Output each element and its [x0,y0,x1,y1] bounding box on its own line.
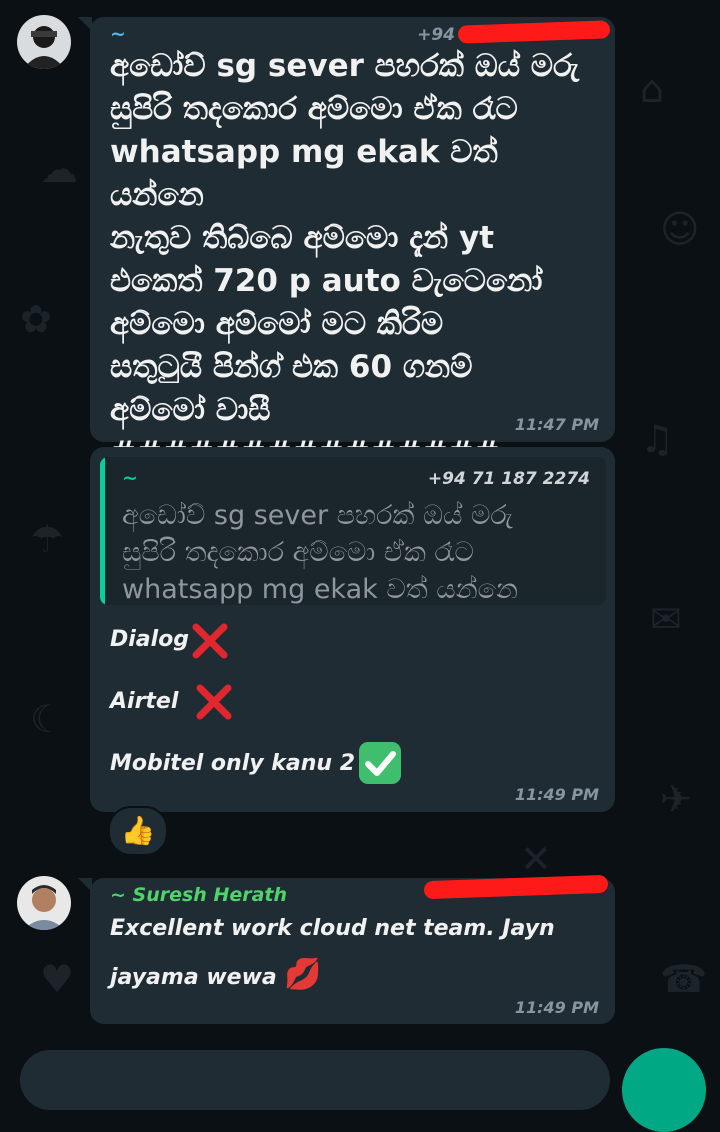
message-bubble-2[interactable]: ~ +94 71 187 2274 අඩෝව් sg sever පහරක් ඔ… [90,447,615,812]
redaction-mark [457,20,611,44]
bubble-tail [78,17,92,31]
message-bubble-3[interactable]: ~ Suresh Herath Excellent work cloud net… [78,874,615,1024]
sender-name: ~ [110,23,126,45]
message-time: 11:49 PM [514,785,599,804]
message-time: 11:49 PM [514,998,599,1017]
cross-mark-icon [192,623,228,659]
kiss-mark-icon: 💋 [284,957,322,992]
message-time: 11:47 PM [514,415,599,434]
message-text-line-1: Excellent work cloud net team. Jayn [110,916,555,941]
sender-avatar[interactable] [17,15,71,69]
redaction-mark [423,874,609,900]
quoted-sender: ~ [122,467,138,489]
message-text-line-2: jayama wewa 💋 [110,952,597,1001]
quoted-phone: +94 71 187 2274 [427,469,590,489]
message-input-bar[interactable] [20,1050,610,1110]
cross-mark-icon [196,684,232,720]
carrier-line-mobitel: Mobitel only kanu 2 [110,751,356,776]
reaction-thumbs-up[interactable]: 👍 [108,806,168,856]
quote-accent-bar [100,457,105,605]
sender-avatar-suresh[interactable] [17,876,71,930]
check-mark-icon [359,742,401,784]
message-text-line-2-text: jayama wewa [110,965,277,990]
carrier-line-airtel: Airtel [110,689,179,714]
bubble-tail [78,878,92,892]
sender-name: ~ Suresh Herath [110,884,288,906]
quoted-text: අඩෝව් sg sever පහරක් ඔය් මරු සුපිරි තදකො… [122,500,518,605]
quoted-message[interactable]: ~ +94 71 187 2274 අඩෝව් sg sever පහරක් ඔ… [100,457,606,605]
send-button[interactable] [622,1048,706,1132]
message-bubble-1[interactable]: ~ +94 අඩෝව් sg sever පහරක් ඔය් මරු සුපිර… [78,17,615,514]
sender-phone: +94 [417,25,455,45]
carrier-line-dialog: Dialog [110,627,190,652]
